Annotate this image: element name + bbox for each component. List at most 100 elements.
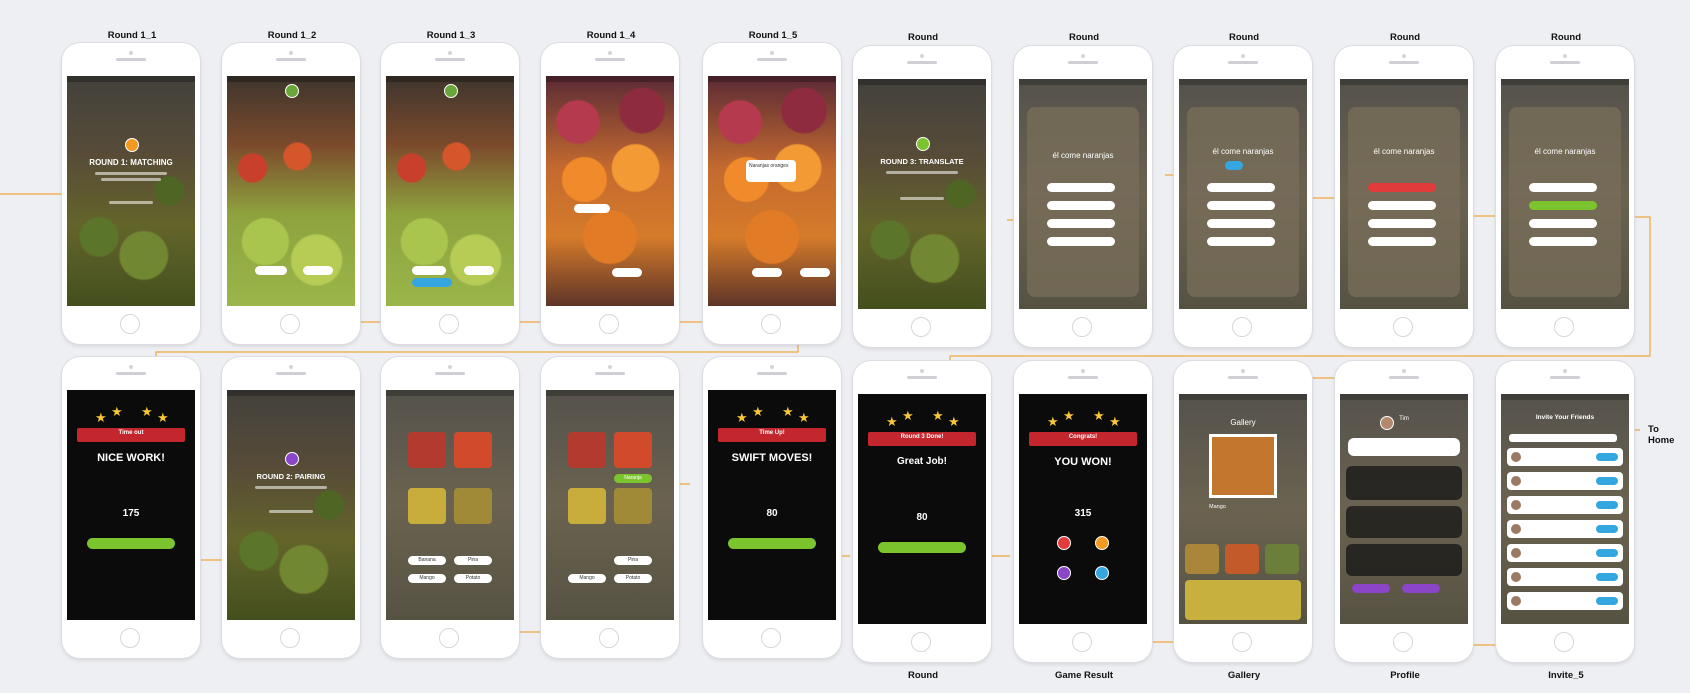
home-button[interactable]	[1072, 317, 1092, 337]
home-button[interactable]	[439, 628, 459, 648]
gallery-title: Gallery	[1230, 418, 1256, 427]
phone-round-1-result: ★ ★ ★ ★ Time out NICE WORK! 175	[62, 357, 200, 658]
profile-name: Tim	[1399, 416, 1409, 422]
score-value: 80	[916, 512, 928, 523]
home-button[interactable]	[1393, 632, 1413, 652]
ribbon-text: Time Up!	[759, 430, 785, 436]
home-button[interactable]	[439, 314, 459, 334]
list-item	[1507, 592, 1623, 610]
invite-button[interactable]	[1596, 573, 1618, 581]
home-button[interactable]	[911, 632, 931, 652]
score-value: 175	[122, 508, 140, 519]
pair-option[interactable]: Potato	[454, 574, 492, 583]
screen-label: Round	[1550, 32, 1582, 43]
phone-invite: Invite Your Friends	[1496, 361, 1634, 662]
phrase-text: él come naranjas	[1373, 147, 1435, 156]
replay-icon[interactable]	[1057, 536, 1071, 550]
home-button[interactable]	[1072, 632, 1092, 652]
phrase-text: él come naranjas	[1212, 147, 1274, 156]
phrase-text: él come naranjas	[1052, 151, 1114, 160]
screen-label: Profile	[1390, 670, 1420, 681]
phone-round-1-1: ROUND 1: MATCHING	[62, 43, 200, 344]
list-item	[1507, 520, 1623, 538]
screen-label: Round	[1068, 32, 1100, 43]
matched-tag: Naranja	[614, 474, 652, 483]
continue-button[interactable]	[87, 538, 175, 549]
phone-round-3-translate: él come naranjas	[1014, 46, 1152, 347]
home-button[interactable]	[1232, 317, 1252, 337]
phone-round-3-intro: ROUND 3: TRANSLATE	[853, 46, 991, 347]
score-value: 315	[1074, 508, 1092, 519]
home-button[interactable]	[761, 314, 781, 334]
result-headline: YOU WON!	[1054, 456, 1112, 468]
invite-button[interactable]	[1596, 525, 1618, 533]
phone-round-1-2	[222, 43, 360, 344]
home-button[interactable]	[761, 628, 781, 648]
pair-option[interactable]: Pina	[614, 556, 652, 565]
round-title: ROUND 2: PAIRING	[256, 472, 326, 481]
phone-round-2-pairing: Banana Pina Mango Potato	[381, 357, 519, 658]
home-button[interactable]	[1232, 632, 1252, 652]
search-input[interactable]	[1509, 434, 1617, 442]
screen-label: Gallery	[1227, 670, 1261, 681]
phone-profile: Tim	[1335, 361, 1473, 662]
pair-option[interactable]: Mango	[568, 574, 606, 583]
home-button[interactable]	[1393, 317, 1413, 337]
to-home-label: To Home	[1648, 424, 1675, 446]
invite-button[interactable]	[1596, 453, 1618, 461]
round-title: ROUND 1: MATCHING	[89, 158, 173, 167]
result-headline: SWIFT MOVES!	[731, 452, 813, 464]
screen-label: Round	[907, 670, 939, 681]
gallery-icon[interactable]	[1057, 566, 1071, 580]
home-button[interactable]	[280, 628, 300, 648]
screen-label: Round	[1228, 32, 1260, 43]
continue-button[interactable]	[728, 538, 816, 549]
pair-option[interactable]: Mango	[408, 574, 446, 583]
screen-label: Round 1_5	[748, 30, 798, 41]
home-button[interactable]	[120, 628, 140, 648]
score-value: 80	[766, 508, 778, 519]
invite-icon[interactable]	[1095, 566, 1109, 580]
ribbon-text: Congrats!	[1068, 434, 1098, 440]
phone-round-1-5: Naranjas oranges	[703, 43, 841, 344]
pair-option[interactable]: Pina	[454, 556, 492, 565]
invite-button[interactable]	[1596, 597, 1618, 605]
home-button[interactable]	[280, 314, 300, 334]
screen-label: Round 1_2	[267, 30, 317, 41]
continue-button[interactable]	[878, 542, 966, 553]
home-button[interactable]	[120, 314, 140, 334]
screen-label: Round 1_3	[426, 30, 476, 41]
invite-button[interactable]	[1596, 501, 1618, 509]
phone-round-2-matched: Naranja Pina Mango Potato	[541, 357, 679, 658]
screen-label: Round 1_1	[107, 30, 157, 41]
result-headline: NICE WORK!	[97, 452, 165, 464]
gallery-item-label: Mango	[1209, 504, 1226, 510]
ribbon-text: Time out	[118, 430, 144, 436]
ribbon-text: Round 3 Done!	[900, 434, 944, 440]
list-item	[1507, 568, 1623, 586]
home-button[interactable]	[599, 314, 619, 334]
phrase-text: él come naranjas	[1534, 147, 1596, 156]
screen-label: Round	[907, 32, 939, 43]
home-button[interactable]	[911, 317, 931, 337]
phone-gallery: Gallery Mango	[1174, 361, 1312, 662]
result-headline: Great Job!	[896, 456, 947, 467]
list-item	[1507, 472, 1623, 490]
share-icon[interactable]	[1095, 536, 1109, 550]
invite-button[interactable]	[1596, 549, 1618, 557]
phone-round-3-correct: él come naranjas	[1496, 46, 1634, 347]
orange-badge-icon	[125, 138, 139, 152]
home-button[interactable]	[1554, 632, 1574, 652]
pair-option[interactable]: Potato	[614, 574, 652, 583]
invite-button[interactable]	[1596, 477, 1618, 485]
list-item	[1507, 496, 1623, 514]
home-button[interactable]	[599, 628, 619, 648]
phone-round-3-select: él come naranjas	[1174, 46, 1312, 347]
pair-option[interactable]: Banana	[408, 556, 446, 565]
screen-label: Round	[1389, 32, 1421, 43]
phone-round-2-result: ★ ★ ★ ★ Time Up! SWIFT MOVES! 80	[703, 357, 841, 658]
phone-round-3-wrong: él come naranjas	[1335, 46, 1473, 347]
home-button[interactable]	[1554, 317, 1574, 337]
phone-round-2-intro: ROUND 2: PAIRING	[222, 357, 360, 658]
phone-game-result: ★ ★ ★ ★ Congrats! YOU WON! 315	[1014, 361, 1152, 662]
